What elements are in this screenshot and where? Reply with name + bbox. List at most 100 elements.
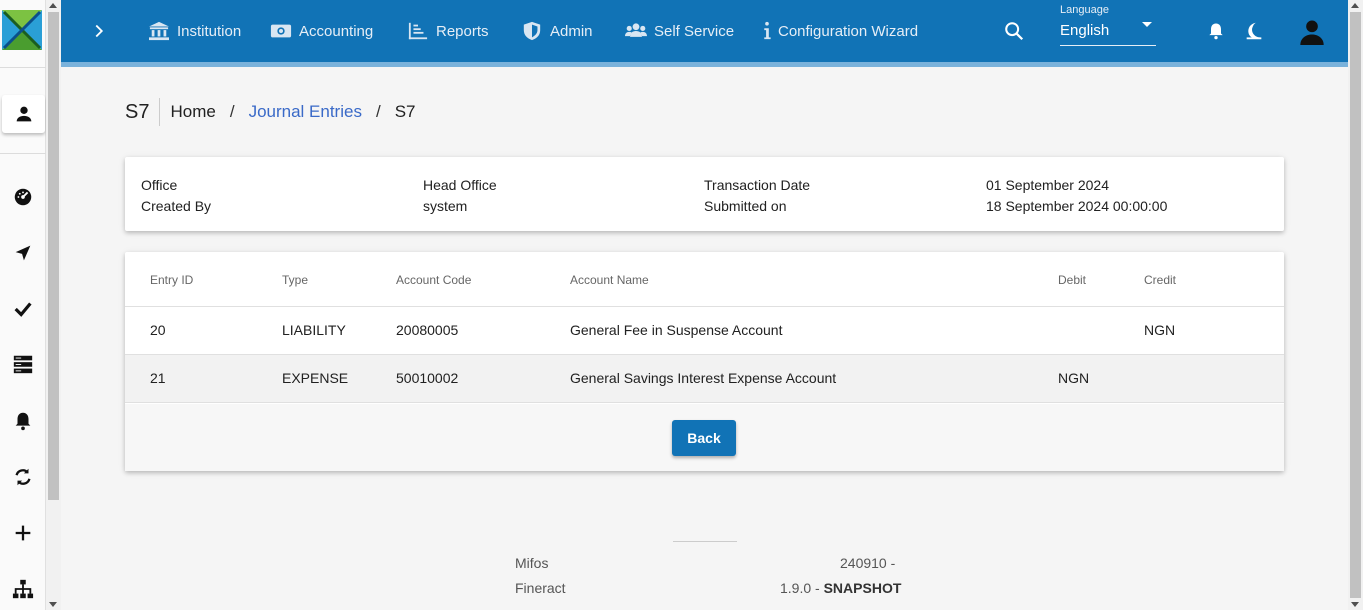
nav-institution[interactable]: Institution — [148, 18, 241, 44]
footer-fineract-label: Fineract — [515, 580, 566, 596]
scroll-down-arrow-icon[interactable] — [49, 602, 57, 607]
submitted-on-value: 18 September 2024 00:00:00 — [986, 198, 1168, 214]
transaction-date-label: Transaction Date — [704, 177, 811, 193]
nav-institution-label: Institution — [177, 22, 242, 40]
chevron-down-icon[interactable] — [1142, 22, 1152, 27]
breadcrumb: S7 Home / Journal Entries / S7 — [125, 98, 415, 126]
rail-sync-button[interactable] — [0, 462, 46, 492]
nav-configuration-wizard[interactable]: Configuration Wizard — [761, 18, 918, 44]
language-select[interactable]: English — [1060, 22, 1109, 39]
breadcrumb-separator: / — [375, 102, 381, 121]
institution-icon — [149, 21, 169, 41]
nav-reports-label: Reports — [436, 22, 489, 40]
topbar-shadow — [61, 62, 1348, 67]
header-type[interactable]: Type — [282, 273, 308, 287]
footer-mifos-label: Mifos — [515, 555, 549, 571]
transaction-date-value: 01 September 2024 — [986, 177, 1109, 193]
chevron-right-icon[interactable] — [88, 20, 110, 42]
scrollbar-thumb[interactable] — [48, 12, 59, 500]
theme-toggle-button[interactable] — [1241, 18, 1267, 44]
rail-checker-button[interactable] — [0, 294, 46, 324]
header-entry-id[interactable]: Entry ID — [150, 273, 193, 287]
language-underline — [1060, 45, 1156, 46]
nav-self-service[interactable]: Self Service — [625, 18, 734, 44]
sync-icon — [15, 468, 31, 486]
footer-fineract-version-number: 1.9.0 - — [780, 580, 820, 596]
dashboard-icon — [14, 188, 32, 206]
breadcrumb-home[interactable]: Home — [170, 102, 215, 122]
cell-credit: NGN — [1144, 322, 1176, 338]
rail-dashboard-button[interactable] — [0, 182, 46, 212]
scroll-down-arrow-icon[interactable] — [1351, 602, 1359, 607]
header-account-name[interactable]: Account Name — [570, 273, 649, 287]
search-button[interactable] — [1001, 18, 1027, 44]
user-menu-button[interactable] — [1297, 16, 1327, 46]
office-label: Office — [141, 177, 178, 193]
cell-entry-id: 20 — [150, 322, 166, 338]
table-row[interactable]: 21 EXPENSE 50010002 General Savings Inte… — [125, 355, 1284, 403]
sitemap-icon — [12, 579, 34, 599]
breadcrumb-current: S7 — [394, 102, 416, 121]
header-credit[interactable]: Credit — [1144, 273, 1176, 287]
table-header: Entry ID Type Account Code Account Name … — [125, 252, 1284, 307]
page-scrollbar[interactable] — [1348, 0, 1363, 610]
mifos-logo-icon[interactable] — [2, 10, 42, 50]
scroll-up-arrow-icon[interactable] — [1351, 3, 1359, 8]
created-by-value: system — [423, 198, 468, 214]
nav-admin-label: Admin — [550, 22, 593, 40]
nav-configuration-wizard-label: Configuration Wizard — [778, 22, 919, 40]
check-icon — [14, 302, 32, 317]
journal-entries-table: Entry ID Type Account Code Account Name … — [125, 252, 1284, 471]
back-button[interactable]: Back — [672, 420, 736, 456]
shield-icon — [523, 21, 541, 41]
info-icon — [764, 21, 771, 40]
cell-account-name: General Savings Interest Expense Account — [570, 370, 837, 386]
rail-navigation-button[interactable] — [0, 238, 46, 268]
reports-icon — [408, 22, 428, 40]
page-title: S7 — [125, 98, 161, 126]
rail-hierarchy-button[interactable] — [0, 574, 46, 604]
rail-notifications-button[interactable] — [0, 406, 46, 436]
server-icon — [13, 355, 33, 374]
cell-account-code: 20080005 — [396, 322, 459, 338]
moon-icon — [1246, 22, 1262, 40]
scrollbar-thumb[interactable] — [1350, 12, 1361, 598]
bell-icon — [1209, 23, 1223, 40]
language-label: Language — [1060, 4, 1109, 16]
breadcrumb-journal-entries[interactable]: Journal Entries — [249, 102, 362, 122]
rail-divider — [0, 153, 46, 154]
rail-profile-button[interactable] — [2, 95, 45, 133]
header-account-code[interactable]: Account Code — [396, 273, 471, 287]
footer-mifos-version: 240910 - — [840, 555, 896, 571]
rail-tasks-button[interactable] — [0, 349, 46, 379]
bell-icon — [15, 412, 31, 431]
scroll-up-arrow-icon[interactable] — [49, 3, 57, 8]
cell-account-code: 50010002 — [396, 370, 459, 386]
plus-icon — [15, 525, 31, 541]
footer-fineract-version: 1.9.0 - SNAPSHOT — [780, 580, 901, 596]
nav-accounting-label: Accounting — [299, 22, 374, 40]
avatar-icon — [1300, 20, 1324, 45]
person-icon — [16, 106, 31, 122]
rail-create-button[interactable] — [0, 518, 46, 548]
sidebar-scrollbar[interactable] — [46, 0, 61, 610]
rail-divider — [0, 67, 46, 68]
table-row[interactable]: 20 LIABILITY 20080005 General Fee in Sus… — [125, 307, 1284, 355]
users-icon — [625, 23, 647, 37]
money-icon — [270, 24, 292, 38]
cell-type: EXPENSE — [282, 370, 349, 386]
transaction-info-card: Office Created By Head Office system Tra… — [125, 157, 1284, 231]
cell-entry-id: 21 — [150, 370, 166, 386]
send-arrow-icon — [15, 245, 31, 261]
created-by-label: Created By — [141, 198, 212, 214]
nav-reports[interactable]: Reports — [407, 18, 489, 44]
footer-fineract-tag: SNAPSHOT — [823, 580, 902, 596]
nav-admin[interactable]: Admin — [521, 18, 593, 44]
header-debit[interactable]: Debit — [1058, 273, 1086, 287]
left-sidebar — [0, 0, 46, 610]
breadcrumb-separator: / — [229, 102, 235, 121]
nav-accounting[interactable]: Accounting — [270, 18, 373, 44]
cell-debit: NGN — [1058, 370, 1090, 386]
top-navigation-bar: Institution Accounting Reports Admin Sel… — [61, 0, 1348, 62]
notifications-button[interactable] — [1203, 18, 1229, 44]
